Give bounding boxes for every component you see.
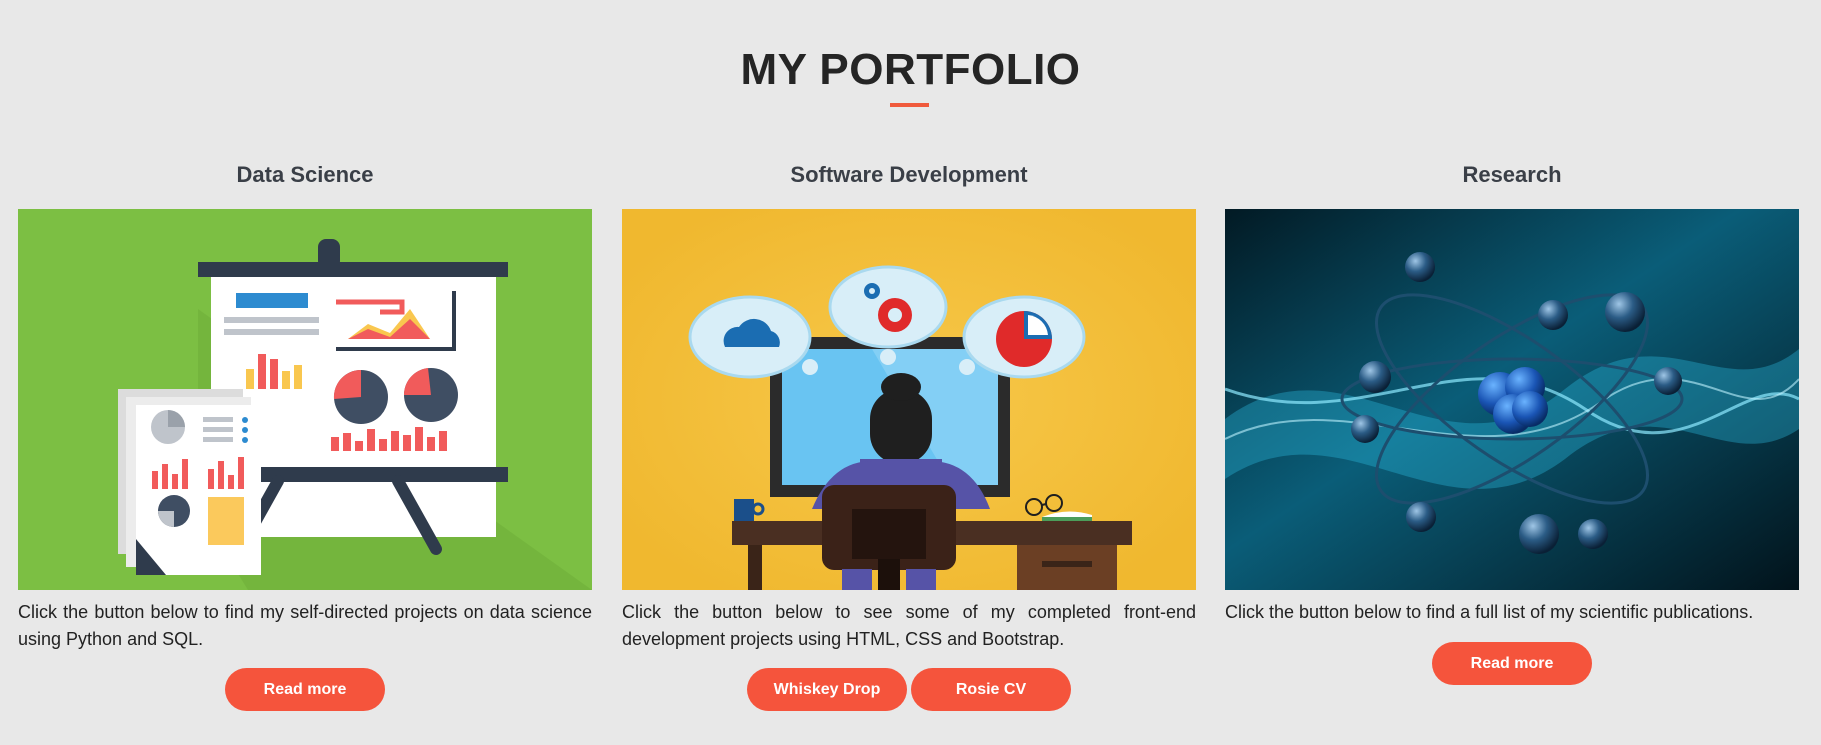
card-title: Research bbox=[1462, 162, 1562, 187]
developer-at-desk-illustration bbox=[622, 209, 1196, 590]
page-title: MY PORTFOLIO bbox=[740, 45, 1081, 94]
title-underline bbox=[890, 103, 929, 107]
presentation-board-illustration bbox=[18, 209, 592, 590]
atom-molecule-illustration bbox=[1225, 209, 1799, 590]
read-more-button[interactable]: Read more bbox=[225, 668, 385, 711]
button-row: Read more bbox=[18, 668, 592, 711]
card-data-science: Data Science Click the button below to f… bbox=[18, 160, 592, 711]
button-row: Whiskey Drop Rosie CV bbox=[622, 668, 1196, 711]
card-title: Data Science bbox=[236, 162, 374, 187]
portfolio-section: MY PORTFOLIO Data Science Click the butt… bbox=[0, 0, 1821, 745]
read-more-button[interactable]: Read more bbox=[1432, 642, 1592, 685]
card-research: Research Click the button below to find … bbox=[1225, 160, 1799, 685]
card-description: Click the button below to see some of my… bbox=[622, 602, 1196, 649]
whiskey-drop-button[interactable]: Whiskey Drop bbox=[747, 668, 907, 711]
button-row: Read more bbox=[1225, 642, 1799, 685]
rosie-cv-button[interactable]: Rosie CV bbox=[911, 668, 1071, 711]
card-title: Software Development bbox=[790, 162, 1028, 187]
card-description: Click the button below to find my self-d… bbox=[18, 602, 592, 649]
card-description: Click the button below to find a full li… bbox=[1225, 602, 1754, 622]
card-software-development: Software Development Click the button be… bbox=[622, 160, 1196, 711]
